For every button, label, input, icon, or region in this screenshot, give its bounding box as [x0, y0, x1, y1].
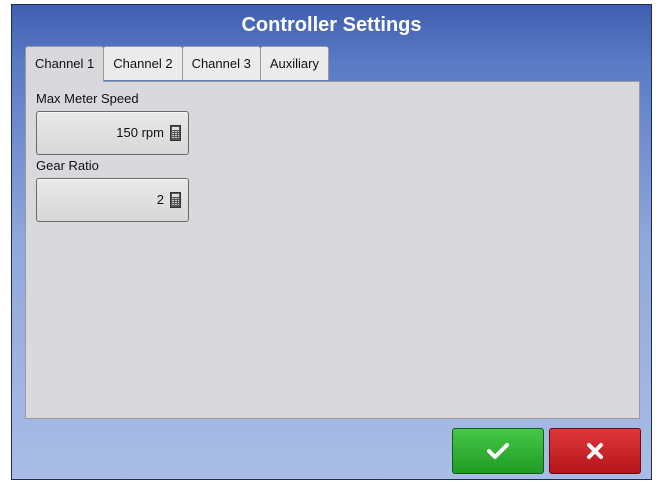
controller-settings-dialog: Controller Settings Channel 1 Channel 2 …	[11, 4, 652, 480]
max-meter-speed-value: 150 rpm	[116, 125, 164, 140]
max-meter-speed-field[interactable]: 150 rpm	[36, 111, 189, 155]
checkmark-icon	[487, 443, 509, 459]
tab-channel-3[interactable]: Channel 3	[181, 46, 261, 80]
max-meter-speed-label: Max Meter Speed	[36, 91, 139, 106]
settings-panel: Max Meter Speed 150 rpm Gear Ratio 2	[25, 81, 640, 419]
tab-channel-2[interactable]: Channel 2	[103, 46, 183, 80]
calculator-icon	[170, 192, 181, 208]
calculator-icon	[170, 125, 181, 141]
tab-channel-1[interactable]: Channel 1	[25, 46, 105, 82]
gear-ratio-value: 2	[156, 192, 164, 207]
dialog-title: Controller Settings	[241, 14, 422, 36]
ok-button[interactable]	[452, 428, 544, 474]
close-icon	[587, 443, 603, 459]
tab-auxiliary[interactable]: Auxiliary	[259, 46, 329, 80]
tab-bar: Channel 1 Channel 2 Channel 3 Auxiliary	[25, 46, 329, 82]
gear-ratio-field[interactable]: 2	[36, 178, 189, 222]
cancel-button[interactable]	[549, 428, 641, 474]
gear-ratio-label: Gear Ratio	[36, 158, 99, 173]
